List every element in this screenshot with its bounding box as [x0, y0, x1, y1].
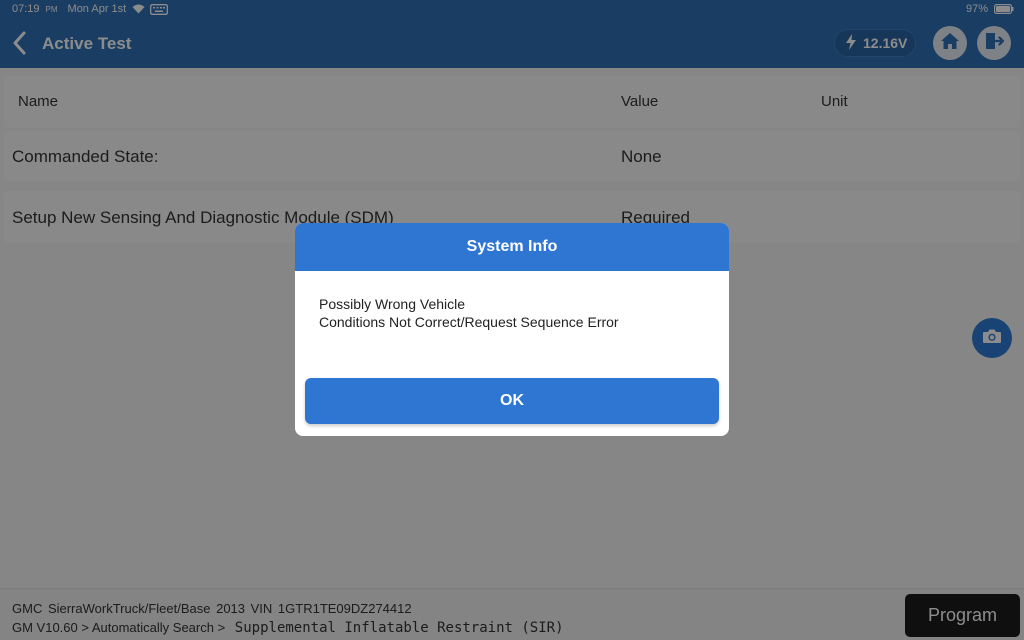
ok-button[interactable]: OK [305, 378, 719, 424]
system-info-dialog: System Info Possibly Wrong Vehicle Condi… [295, 223, 729, 436]
dialog-message-line: Possibly Wrong Vehicle [319, 296, 466, 312]
dialog-title: System Info [295, 223, 729, 271]
dialog-message-line: Conditions Not Correct/Request Sequence … [319, 314, 619, 330]
dialog-message: Possibly Wrong Vehicle Conditions Not Co… [319, 295, 619, 331]
